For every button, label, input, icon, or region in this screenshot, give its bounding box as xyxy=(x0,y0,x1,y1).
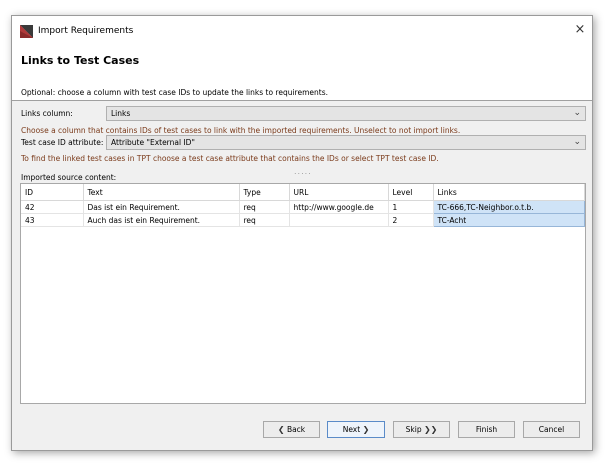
skip-button-label: Skip xyxy=(405,425,422,434)
chevron-down-icon: ⌄ xyxy=(573,108,581,118)
links-column-hint: Choose a column that contains IDs of tes… xyxy=(21,126,461,135)
chevron-right-icon: ❯ xyxy=(362,425,370,434)
links-column-value: Links xyxy=(111,109,131,118)
title-bar: Import Requirements × xyxy=(12,16,592,46)
next-button[interactable]: Next ❯ xyxy=(327,421,385,438)
cell-id[interactable]: 42 xyxy=(21,200,84,214)
test-case-attribute-label: Test case ID attribute: xyxy=(21,138,104,147)
test-case-attribute-hint: To find the linked test cases in TPT cho… xyxy=(21,154,439,163)
cancel-button[interactable]: Cancel xyxy=(523,421,580,438)
table-row[interactable]: 42 Das ist ein Requirement. req http://w… xyxy=(21,200,585,214)
cell-url[interactable] xyxy=(289,213,389,227)
cell-text[interactable]: Auch das ist ein Requirement. xyxy=(83,213,240,227)
tpt-app-icon xyxy=(20,25,33,38)
cell-links-selected[interactable]: TC-666,TC-Neighbor.o.t.b. xyxy=(432,200,585,214)
column-header-level[interactable]: Level xyxy=(388,184,434,201)
back-button[interactable]: ❮ Back xyxy=(263,421,320,438)
table-row[interactable]: 43 Auch das ist ein Requirement. req 2 T… xyxy=(21,213,585,227)
links-column-label: Links column: xyxy=(21,109,73,118)
test-case-attribute-value: Attribute "External ID" xyxy=(111,138,195,147)
cell-url[interactable]: http://www.google.de xyxy=(289,200,389,214)
column-header-text[interactable]: Text xyxy=(83,184,240,201)
page-title: Links to Test Cases xyxy=(21,54,140,67)
finish-button-label: Finish xyxy=(475,425,498,434)
cell-links-selected[interactable]: TC-Acht xyxy=(432,213,585,227)
links-column-select[interactable]: Links ⌄ xyxy=(106,106,586,121)
chevron-down-icon: ⌄ xyxy=(573,137,581,147)
import-requirements-dialog: Import Requirements × Links to Test Case… xyxy=(11,15,593,451)
cell-id[interactable]: 43 xyxy=(21,213,84,227)
skip-button[interactable]: Skip ❯❯ xyxy=(393,421,450,438)
table-header-row: ID Text Type URL Level Links xyxy=(21,184,585,201)
close-icon[interactable]: × xyxy=(572,22,588,38)
source-table[interactable]: ID Text Type URL Level Links 42 Das ist … xyxy=(20,183,586,404)
column-header-id[interactable]: ID xyxy=(21,184,84,201)
column-header-type[interactable]: Type xyxy=(239,184,290,201)
cell-type[interactable]: req xyxy=(239,200,290,214)
test-case-attribute-select[interactable]: Attribute "External ID" ⌄ xyxy=(106,135,586,150)
finish-button[interactable]: Finish xyxy=(458,421,515,438)
source-content-label: Imported source content: xyxy=(21,173,117,182)
split-pane-grip[interactable]: ..... xyxy=(294,167,312,176)
cell-level[interactable]: 2 xyxy=(388,213,434,227)
cancel-button-label: Cancel xyxy=(538,425,565,434)
cell-level[interactable]: 1 xyxy=(388,200,434,214)
double-chevron-right-icon: ❯❯ xyxy=(423,425,438,434)
back-button-label: Back xyxy=(286,425,306,434)
header-panel: Links to Test Cases Optional: choose a c… xyxy=(12,46,592,101)
column-header-url[interactable]: URL xyxy=(289,184,389,201)
window-title: Import Requirements xyxy=(38,26,134,36)
page-description: Optional: choose a column with test case… xyxy=(21,88,328,97)
cell-type[interactable]: req xyxy=(239,213,290,227)
next-button-label: Next xyxy=(342,425,361,434)
cell-text[interactable]: Das ist ein Requirement. xyxy=(83,200,240,214)
chevron-left-icon: ❮ xyxy=(277,425,285,434)
column-header-links[interactable]: Links xyxy=(433,184,585,201)
